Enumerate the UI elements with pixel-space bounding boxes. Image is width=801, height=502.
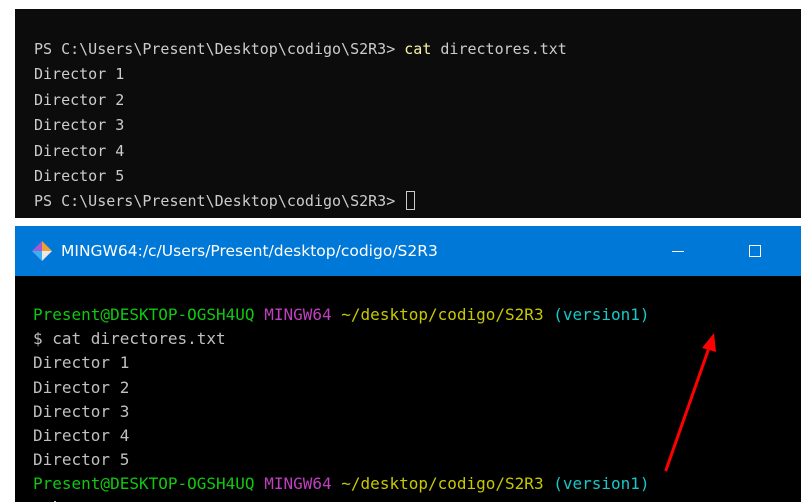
ps-prompt-2: PS C:\Users\Present\Desktop\codigo\S2R3> <box>34 192 396 211</box>
maximize-icon <box>749 245 761 257</box>
bash-output-line: Director 3 <box>33 401 130 421</box>
bash-input-line[interactable]: $ <box>33 497 650 502</box>
window-title: MINGW64:/c/Users/Present/desktop/codigo/… <box>61 242 438 260</box>
minimize-button[interactable] <box>655 226 701 276</box>
prompt-path: ~/desktop/codigo/S2R3 <box>341 474 544 494</box>
ps-output-line: Director 3 <box>34 116 125 135</box>
bash-prompt-line-2: Present@DESKTOP-OGSH4UQ MINGW64 ~/deskto… <box>33 472 650 496</box>
input-prompt-symbol: $ <box>33 499 43 502</box>
bash-command-line: $ cat directores.txt <box>33 329 226 349</box>
window-titlebar[interactable]: MINGW64:/c/Users/Present/desktop/codigo/… <box>15 226 801 276</box>
bash-output-line: Director 2 <box>33 377 130 397</box>
bash-terminal-output[interactable]: Present@DESKTOP-OGSH4UQ MINGW64 ~/deskto… <box>33 303 650 502</box>
ps-output-line: Director 2 <box>34 90 125 109</box>
ps-output-line: Director 4 <box>34 141 125 160</box>
powershell-output: PS C:\Users\Present\Desktop\codigo\S2R3>… <box>34 37 567 215</box>
ps-output-line: Director 1 <box>34 65 125 84</box>
bash-output-line: Director 1 <box>33 353 130 373</box>
ps-command-arg: directores.txt <box>440 40 567 58</box>
ps-command-line: PS C:\Users\Present\Desktop\codigo\S2R3>… <box>34 37 567 62</box>
bash-output-line: Director 4 <box>33 425 130 445</box>
prompt-branch: (version1) <box>553 474 650 494</box>
prompt-path: ~/desktop/codigo/S2R3 <box>341 305 544 324</box>
ps-cursor <box>406 191 416 211</box>
powershell-terminal[interactable]: PS C:\Users\Present\Desktop\codigo\S2R3>… <box>15 9 801 218</box>
prompt-user-host: Present@DESKTOP-OGSH4UQ <box>33 305 255 324</box>
ps-prompt: PS C:\Users\Present\Desktop\codigo\S2R3> <box>34 40 396 58</box>
bash-output-line: Director 5 <box>33 450 130 470</box>
bash-prompt-line: Present@DESKTOP-OGSH4UQ MINGW64 ~/deskto… <box>33 303 650 327</box>
minimize-icon <box>672 250 684 252</box>
mingw64-window[interactable]: MINGW64:/c/Users/Present/desktop/codigo/… <box>15 226 801 502</box>
prompt-branch: (version1) <box>553 305 650 324</box>
maximize-button[interactable] <box>732 226 778 276</box>
ps-command: cat <box>404 40 432 58</box>
prompt-user-host: Present@DESKTOP-OGSH4UQ <box>33 474 255 494</box>
ps-prompt-line: PS C:\Users\Present\Desktop\codigo\S2R3> <box>34 189 567 214</box>
git-bash-icon <box>32 241 52 261</box>
prompt-system: MINGW64 <box>264 305 332 324</box>
ps-output-line: Director 5 <box>34 166 125 185</box>
prompt-system: MINGW64 <box>264 474 332 494</box>
